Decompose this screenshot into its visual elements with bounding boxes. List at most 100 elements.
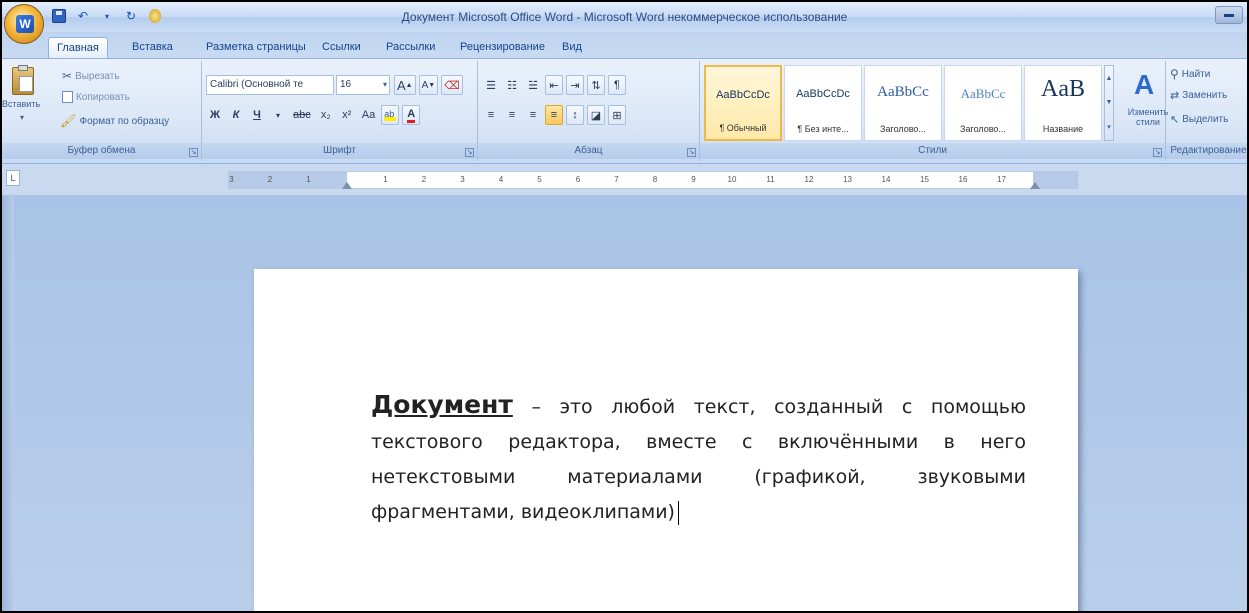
- change-case-button[interactable]: Aa: [359, 105, 378, 125]
- style-heading-2[interactable]: AaBbCc Заголово...: [944, 65, 1022, 141]
- ruler-tick-label: 11: [766, 175, 775, 184]
- line-spacing-icon: ↕: [572, 109, 578, 121]
- chevron-down-icon: ▼: [1105, 98, 1113, 106]
- paste-label: Вставить: [2, 99, 41, 109]
- styles-group: AaBbCcDc ¶ Обычный AaBbCcDc ¶ Без инте..…: [700, 61, 1168, 161]
- style-no-spacing[interactable]: AaBbCcDc ¶ Без инте...: [784, 65, 862, 141]
- document-workspace: Документ – это любой текст, созданный с …: [2, 196, 1247, 611]
- more-icon: ▾: [1107, 124, 1111, 132]
- grow-font-button[interactable]: A ▲: [394, 75, 416, 95]
- first-line-indent-marker[interactable]: [342, 182, 352, 189]
- borders-button[interactable]: ⊞: [608, 105, 626, 125]
- chevron-down-icon: ▾: [20, 113, 25, 122]
- styles-launcher-icon[interactable]: ↘: [1153, 148, 1162, 157]
- paintbrush-icon: 🖌: [60, 113, 77, 128]
- shrink-font-button[interactable]: A ▼: [418, 75, 439, 95]
- style-name: ¶ Обычный: [719, 123, 767, 133]
- font-launcher-icon[interactable]: ↘: [465, 148, 474, 157]
- ruler-tick-label: 7: [614, 175, 619, 184]
- align-left-button[interactable]: ≡: [482, 105, 500, 125]
- strikethrough-button[interactable]: abc: [290, 105, 314, 125]
- ruler-tick-label: 14: [881, 175, 891, 184]
- bullet-list-icon: ☰: [486, 79, 496, 92]
- font-group-label: Шрифт: [202, 143, 477, 159]
- style-sample: AaBbCcDc: [796, 88, 850, 100]
- ruler-tick-label: 10: [727, 175, 737, 184]
- underline-dropdown[interactable]: ▾: [269, 105, 287, 125]
- paste-button[interactable]: Вставить ▾: [2, 65, 42, 129]
- ruler-area: L 3 2 1 1 2 3 4 5 6 7 8 9 10 11 12 13 14 15 16 17: [2, 164, 1247, 196]
- office-button[interactable]: W: [4, 4, 44, 44]
- numbering-button[interactable]: ☷: [503, 75, 521, 95]
- right-indent-marker[interactable]: [1030, 182, 1040, 189]
- tab-view[interactable]: Вид: [554, 37, 590, 58]
- tab-selector-button[interactable]: L: [6, 170, 20, 186]
- editing-group-label: Редактирование: [1166, 143, 1247, 159]
- cursor-arrow-icon: ↖: [1170, 114, 1180, 126]
- font-name-value: Calibri (Основной те: [210, 79, 304, 90]
- clipboard-icon: [12, 65, 34, 95]
- decrease-indent-button[interactable]: ⇤: [545, 75, 563, 95]
- bullets-button[interactable]: ☰: [482, 75, 500, 95]
- ribbon: Вставить ▾ ✂ Вырезать Копировать 🖌 Форма…: [2, 58, 1247, 164]
- font-color-icon: A: [407, 108, 416, 123]
- document-page[interactable]: Документ – это любой текст, созданный с …: [254, 269, 1078, 611]
- line-spacing-button[interactable]: ↕: [566, 105, 584, 125]
- clipboard-launcher-icon[interactable]: ↘: [189, 148, 198, 157]
- clear-formatting-button[interactable]: ⌫: [441, 75, 463, 95]
- tab-review[interactable]: Рецензирование: [452, 37, 553, 58]
- find-button[interactable]: ⚲ Найти: [1170, 67, 1210, 81]
- multilevel-list-button[interactable]: ☱: [524, 75, 542, 95]
- bold-button[interactable]: Ж: [206, 105, 224, 125]
- italic-button[interactable]: К: [227, 105, 245, 125]
- office-logo-icon: W: [16, 15, 34, 33]
- increase-indent-button[interactable]: ⇥: [566, 75, 584, 95]
- shading-button[interactable]: ◪: [587, 105, 605, 125]
- font-color-button[interactable]: A: [402, 105, 421, 125]
- show-marks-button[interactable]: ¶: [608, 75, 626, 95]
- tab-references[interactable]: Ссылки: [314, 37, 369, 58]
- ruler-tick-label: 15: [920, 175, 929, 184]
- font-format-tools: Ж К Ч ▾ abc x₂ x² Aa ab A: [206, 105, 421, 125]
- italic-label: К: [232, 109, 240, 121]
- tab-home[interactable]: Главная: [48, 37, 108, 58]
- styles-scroll[interactable]: ▲ ▼ ▾: [1104, 65, 1114, 141]
- document-paragraph[interactable]: Документ – это любой текст, созданный с …: [371, 387, 1026, 530]
- replace-label: Заменить: [1182, 90, 1228, 101]
- style-normal[interactable]: AaBbCcDc ¶ Обычный: [704, 65, 782, 141]
- replace-button[interactable]: ⇄ Заменить: [1170, 89, 1227, 102]
- ruler-ticks: 3 2 1 1 2 3 4 5 6 7 8 9 10 11 12 13 14 15 16 17: [229, 172, 1077, 188]
- paragraph-list-tools: ☰ ☷ ☱ ⇤ ⇥ ⇅ ¶: [482, 75, 626, 95]
- format-painter-button[interactable]: 🖌 Формат по образцу: [60, 113, 169, 129]
- highlight-color-button[interactable]: ab: [381, 105, 400, 125]
- sort-button[interactable]: ⇅: [587, 75, 605, 95]
- outdent-icon: ⇤: [549, 79, 559, 92]
- tab-mailings[interactable]: Рассылки: [378, 37, 443, 58]
- style-title[interactable]: AaB Название: [1024, 65, 1102, 141]
- superscript-button[interactable]: x²: [338, 105, 356, 125]
- minimize-button[interactable]: ▬: [1215, 6, 1243, 24]
- change-case-label: Aa: [361, 109, 376, 121]
- underline-button[interactable]: Ч: [248, 105, 266, 125]
- paragraph-launcher-icon[interactable]: ↘: [687, 148, 696, 157]
- cut-button[interactable]: ✂ Вырезать: [62, 69, 120, 83]
- tab-insert[interactable]: Вставка: [124, 37, 181, 58]
- paragraph-group: ☰ ☷ ☱ ⇤ ⇥ ⇅ ¶ ≡ ≡ ≡ ≡ ↕ ◪ ⊞ Абзац ↘: [478, 61, 700, 161]
- align-center-button[interactable]: ≡: [503, 105, 521, 125]
- font-size-combo[interactable]: 16 ▾: [336, 75, 390, 95]
- justify-button[interactable]: ≡: [545, 105, 563, 125]
- word-window: ↶ ▾ ↻ Документ Microsoft Office Word - M…: [0, 0, 1249, 613]
- border-icon: ⊞: [612, 109, 622, 122]
- select-button[interactable]: ↖ Выделить: [1170, 113, 1228, 126]
- horizontal-ruler[interactable]: 3 2 1 1 2 3 4 5 6 7 8 9 10 11 12 13 14 15 16 17: [228, 171, 1078, 189]
- ruler-tick-label: 13: [843, 175, 852, 184]
- style-name: Название: [1042, 124, 1084, 134]
- ruler-tick-label: 3: [229, 175, 234, 184]
- copy-button[interactable]: Копировать: [62, 91, 130, 103]
- tab-page-layout[interactable]: Разметка страницы: [198, 37, 314, 58]
- style-heading-1[interactable]: AaBbCc Заголово...: [864, 65, 942, 141]
- font-name-combo[interactable]: Calibri (Основной те: [206, 75, 334, 95]
- subscript-button[interactable]: x₂: [317, 105, 335, 125]
- align-right-button[interactable]: ≡: [524, 105, 542, 125]
- clipboard-group: Вставить ▾ ✂ Вырезать Копировать 🖌 Форма…: [2, 61, 202, 161]
